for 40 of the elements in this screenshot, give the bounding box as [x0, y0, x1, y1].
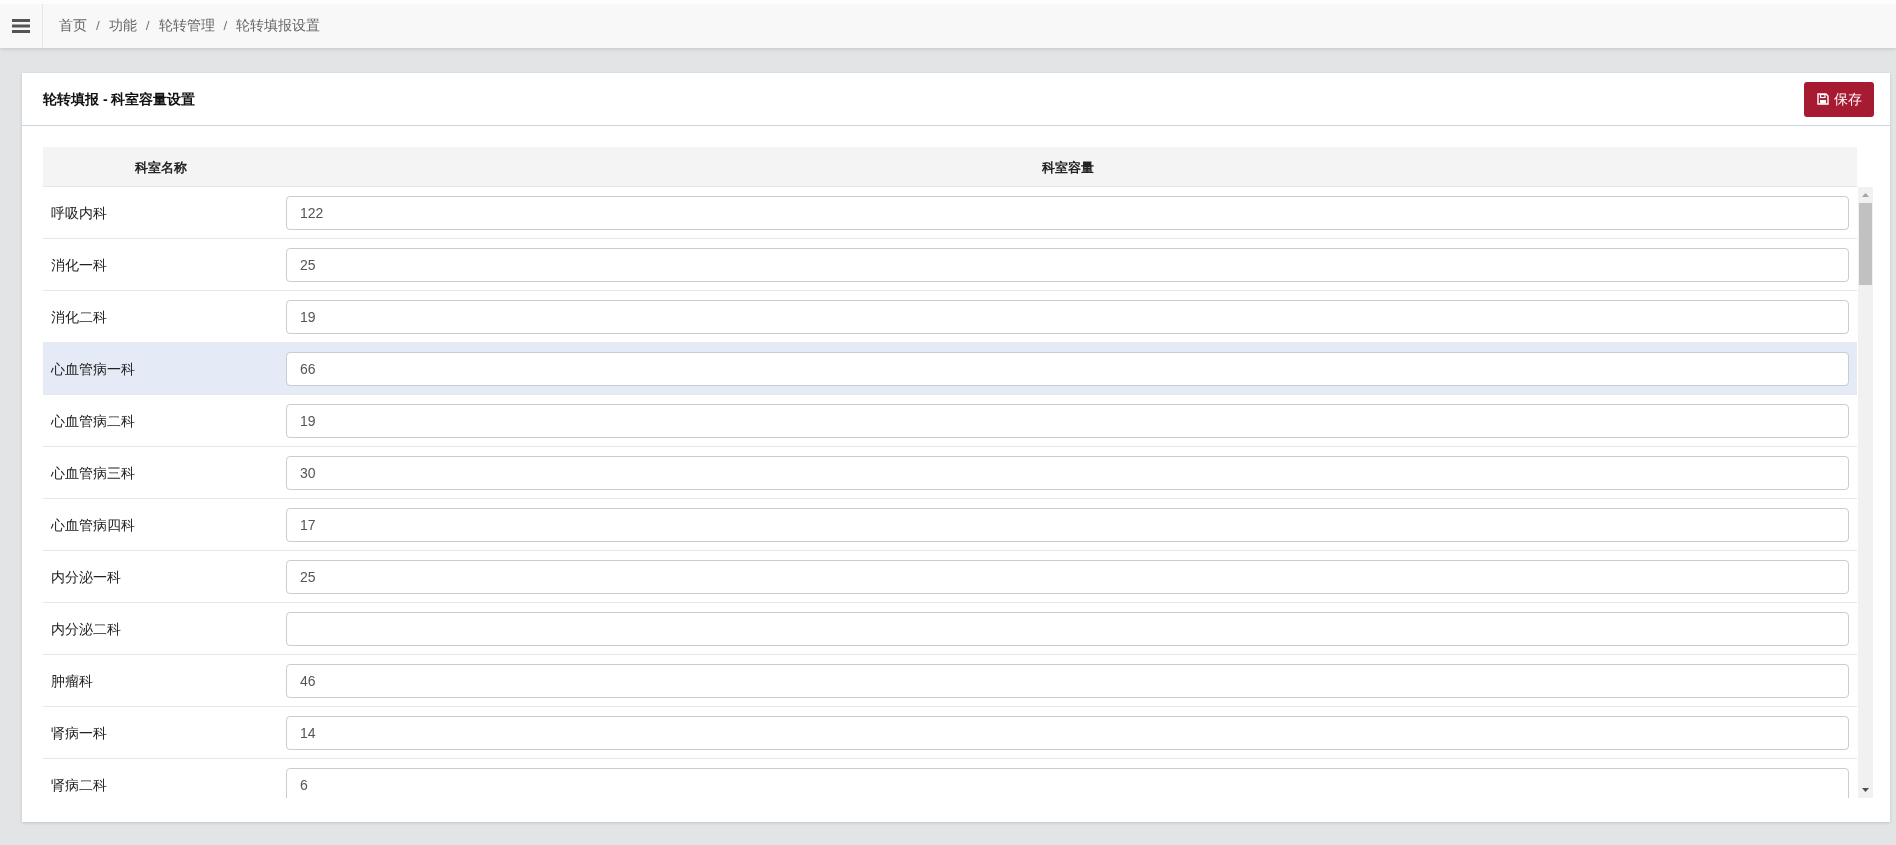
breadcrumb-link[interactable]: 轮转管理 [158, 15, 215, 37]
department-name: 肿瘤科 [50, 672, 93, 689]
capacity-input[interactable]: 17 [286, 507, 1849, 542]
capacity-input[interactable]: 46 [286, 663, 1849, 698]
department-name: 内分泌一科 [50, 568, 121, 585]
capacity-input[interactable]: 25 [286, 559, 1849, 594]
scrollbar-thumb[interactable] [1859, 203, 1872, 285]
panel-title: 轮转填报 - 科室容量设置 [43, 89, 196, 109]
department-name: 肾病二科 [50, 776, 107, 793]
department-name: 消化二科 [50, 308, 107, 325]
menu-icon[interactable] [12, 19, 30, 33]
column-header: 科室名称 [134, 159, 187, 175]
capacity-input[interactable]: 66 [286, 351, 1849, 386]
department-name: 心血管病四科 [50, 516, 135, 533]
column-header: 科室容量 [1041, 159, 1094, 175]
department-name: 内分泌二科 [50, 620, 121, 637]
breadcrumb-link[interactable]: 首页 [59, 15, 87, 37]
capacity-input[interactable]: 14 [286, 715, 1849, 750]
breadcrumb-current: 轮转填报设置 [236, 16, 321, 35]
department-name: 呼吸内科 [50, 204, 107, 221]
capacity-input[interactable]: 25 [286, 247, 1849, 282]
department-name: 心血管病一科 [50, 360, 135, 377]
department-name: 心血管病三科 [50, 464, 135, 481]
capacity-input[interactable]: 30 [286, 455, 1849, 490]
breadcrumb-separator: / [223, 16, 228, 35]
breadcrumb-separator: / [96, 16, 100, 35]
capacity-input[interactable] [286, 611, 1849, 646]
breadcrumb-link[interactable]: 功能 [108, 15, 137, 37]
department-name: 消化一科 [50, 256, 107, 273]
department-name: 肾病一科 [50, 724, 107, 741]
capacity-input[interactable]: 6 [286, 767, 1849, 798]
department-name: 心血管病二科 [50, 412, 135, 429]
scroll-up-icon[interactable] [1862, 193, 1869, 197]
capacity-input[interactable]: 19 [286, 299, 1849, 334]
save-button[interactable]: 保存 [1804, 81, 1874, 117]
scrollbar-track[interactable] [1858, 187, 1873, 798]
scroll-down-icon[interactable] [1862, 788, 1869, 792]
capacity-input[interactable]: 122 [286, 195, 1849, 230]
capacity-input[interactable]: 19 [286, 403, 1849, 438]
breadcrumb-separator: / [145, 16, 150, 35]
